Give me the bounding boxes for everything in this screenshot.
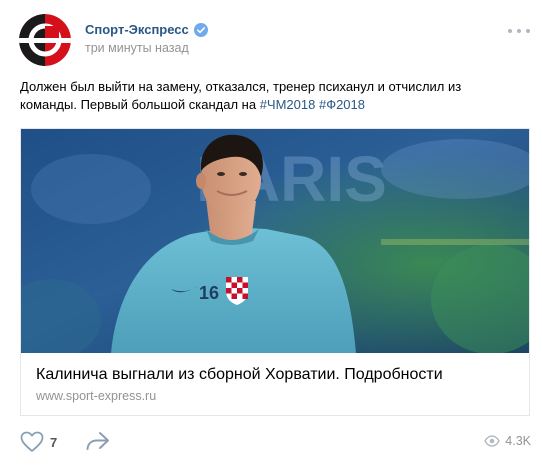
author-name[interactable]: Спорт-Экспресс xyxy=(85,22,208,38)
like-count: 7 xyxy=(50,434,58,450)
player-photo-image: PARIS 16 xyxy=(21,129,529,353)
hashtag-chm2018[interactable]: #ЧМ2018 xyxy=(260,97,316,112)
views-counter: 4.3K xyxy=(484,434,531,448)
link-title[interactable]: Калинича выгнали из сборной Хорватии. По… xyxy=(36,365,443,385)
share-arrow-icon xyxy=(86,432,109,450)
link-domain[interactable]: www.sport-express.ru xyxy=(36,389,156,404)
verified-badge-icon xyxy=(193,23,208,37)
author-avatar[interactable] xyxy=(19,14,71,66)
more-options-button[interactable] xyxy=(508,24,530,38)
more-dot-icon xyxy=(508,29,512,33)
post-time[interactable]: три минуты назад xyxy=(85,41,189,56)
sport-express-logo-icon xyxy=(19,14,71,66)
post-text: Должен был выйти на замену, отказался, т… xyxy=(20,78,520,114)
hashtag-f2018[interactable]: #Ф2018 xyxy=(319,97,365,112)
eye-icon xyxy=(484,435,501,447)
like-button[interactable]: 7 xyxy=(20,430,57,454)
more-dot-icon xyxy=(526,29,530,33)
heart-icon xyxy=(20,431,44,452)
views-count: 4.3K xyxy=(505,434,531,448)
author-name-label: Спорт-Экспресс xyxy=(85,22,189,37)
post-text-body: Должен был выйти на замену, отказался, т… xyxy=(20,79,462,112)
share-button[interactable] xyxy=(85,430,111,454)
more-dot-icon xyxy=(517,29,521,33)
link-preview-image[interactable]: PARIS 16 xyxy=(21,129,529,353)
link-attachment-card[interactable]: PARIS 16 Калинича выгнали из сборной Хор… xyxy=(20,128,530,416)
post-card: Спорт-Экспресс три минуты назад Должен б… xyxy=(0,0,542,470)
jersey-number: 16 xyxy=(199,283,219,303)
